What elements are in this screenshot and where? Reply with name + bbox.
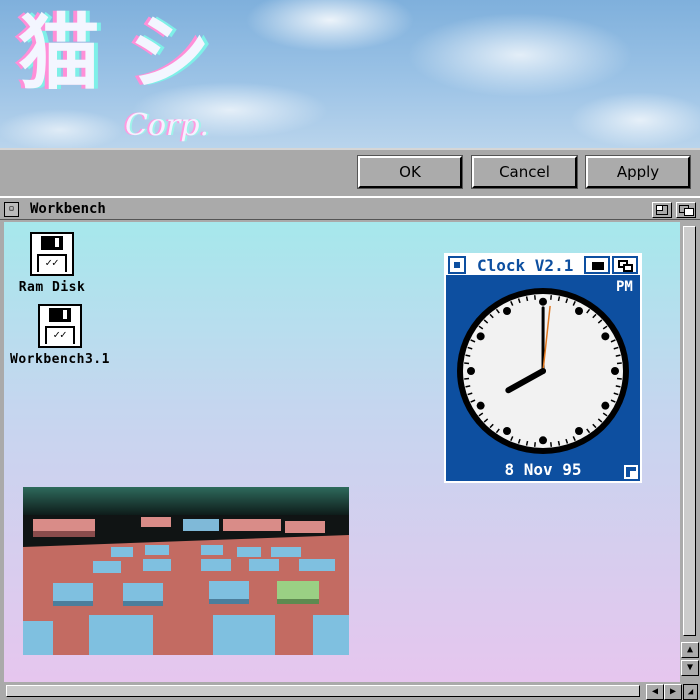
dialog-button-bar: OK Cancel Apply: [0, 148, 700, 196]
hour-mark: [575, 427, 583, 436]
hour-mark: [476, 401, 485, 410]
cancel-button[interactable]: Cancel: [471, 155, 578, 189]
workbench-window: ▫ Workbench ✓✓ Ram Disk ✓✓ Workbench3.1: [0, 196, 700, 700]
workbench-disk-label: Workbench3.1: [10, 352, 110, 367]
scroll-left-arrow-icon[interactable]: ◀: [646, 684, 664, 700]
ram-disk-icon[interactable]: ✓✓ Ram Disk: [12, 232, 92, 295]
sky-banner: 猫 シ Corp.: [0, 0, 700, 148]
corp-logo-text: Corp.: [125, 108, 210, 143]
ram-disk-label: Ram Disk: [18, 280, 86, 295]
3d-city-render-image: [23, 487, 349, 655]
minute-mark: [533, 442, 536, 447]
window-resize-icon[interactable]: ◢: [683, 684, 698, 700]
clock-title: Clock V2.1: [477, 256, 574, 275]
hour-mark: [539, 436, 547, 445]
apply-button[interactable]: Apply: [585, 155, 691, 189]
minute-mark: [615, 354, 621, 357]
clock-depth-icon[interactable]: [612, 256, 638, 274]
clock-face: [457, 288, 629, 454]
clock-zoom-icon[interactable]: [584, 256, 610, 274]
hour-mark: [601, 401, 610, 410]
minute-mark: [557, 440, 561, 446]
ok-button[interactable]: OK: [357, 155, 463, 189]
vertical-scrollbar[interactable]: ▲ ▼: [680, 222, 700, 682]
minute-mark: [465, 385, 471, 388]
minute-mark: [525, 440, 529, 446]
floppy-disk-icon: ✓✓: [30, 232, 74, 276]
clock-close-icon[interactable]: [448, 256, 466, 274]
clock-window[interactable]: Clock V2.1 PM 8 Nov 95: [444, 253, 642, 483]
vertical-scroll-thumb[interactable]: [683, 226, 696, 636]
hour-mark: [503, 306, 511, 315]
scroll-right-arrow-icon[interactable]: ▶: [664, 684, 682, 700]
hour-mark: [611, 367, 619, 375]
minute-mark: [615, 385, 621, 388]
minute-mark: [533, 295, 536, 300]
hour-mark: [575, 306, 583, 315]
horizontal-scroll-thumb[interactable]: [6, 685, 640, 697]
hour-mark: [476, 332, 485, 341]
zoom-gadget-icon[interactable]: [652, 202, 672, 218]
scroll-down-arrow-icon[interactable]: ▼: [681, 660, 699, 676]
minute-mark: [550, 295, 553, 300]
depth-gadget-icon[interactable]: [676, 202, 696, 218]
clock-titlebar[interactable]: Clock V2.1: [446, 255, 640, 277]
workbench-title: Workbench: [30, 201, 106, 217]
clock-date: 8 Nov 95: [504, 460, 582, 479]
minute-mark: [550, 442, 553, 447]
floppy-disk-icon: ✓✓: [38, 304, 82, 348]
workbench-desktop[interactable]: ✓✓ Ram Disk ✓✓ Workbench3.1 Clock V2.1 P…: [4, 222, 680, 682]
minute-mark: [525, 296, 529, 302]
hour-mark: [503, 427, 511, 436]
horizontal-scrollbar[interactable]: ◀ ▶ ◢: [0, 682, 700, 700]
workbench-disk-icon[interactable]: ✓✓ Workbench3.1: [6, 304, 114, 367]
hour-mark: [467, 367, 475, 375]
neko-logo-text: 猫 シ: [18, 6, 211, 101]
close-gadget-icon[interactable]: ▫: [4, 202, 19, 217]
minute-mark: [557, 296, 561, 302]
clock-resize-icon[interactable]: [624, 465, 638, 479]
minute-mark: [465, 354, 471, 357]
scroll-up-arrow-icon[interactable]: ▲: [681, 642, 699, 658]
hour-mark: [601, 332, 610, 341]
workbench-titlebar[interactable]: ▫ Workbench: [0, 200, 700, 220]
hour-mark: [539, 297, 547, 306]
